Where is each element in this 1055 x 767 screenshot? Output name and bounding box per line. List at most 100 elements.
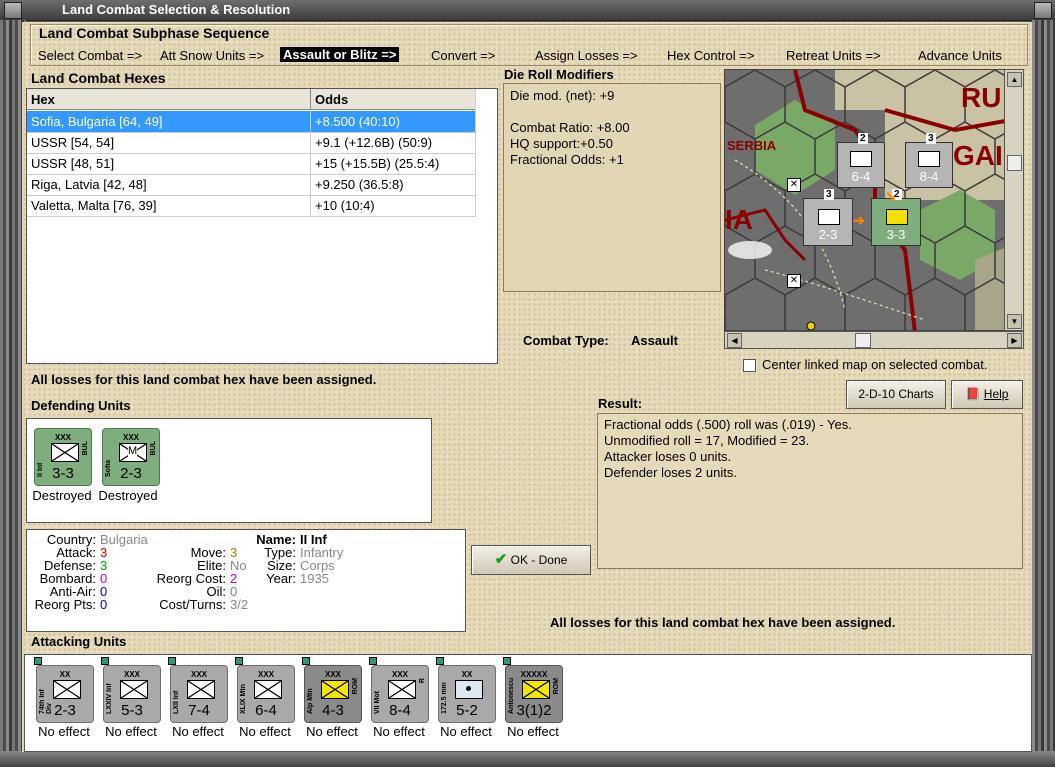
result-title: Result: [598, 396, 643, 411]
scroll-left-icon[interactable]: ◀ [727, 333, 742, 348]
hex-cell: USSR [54, 54] [31, 135, 115, 150]
attacking-title: Attacking Units [31, 634, 127, 649]
hex-list-header: Hex Odds [27, 89, 475, 110]
help-button[interactable]: 📕 Help [951, 380, 1023, 409]
map-label-ia: IA [725, 204, 753, 235]
unit-status-dot-icon [235, 657, 243, 665]
defending-unit-counter[interactable]: XXX II Inf BUL 3-3 [34, 428, 92, 486]
attacking-unit-counter[interactable]: XXX XLIX Mtn 6-4 [237, 665, 295, 723]
step-att-snow-units: Att Snow Units => [160, 48, 265, 63]
attacking-unit-status: No effect [239, 724, 291, 739]
combat-type-value: Assault [631, 333, 678, 348]
attacking-unit-status: No effect [105, 724, 157, 739]
hex-cell: Sofia, Bulgaria [64, 49] [31, 114, 163, 129]
reorg-pts-label: Reorg Pts: [34, 597, 96, 612]
map-counter-selected[interactable]: 2 3-3 [871, 189, 921, 246]
attacking-unit-counter[interactable]: XXX LXII Inf 7-4 [170, 665, 228, 723]
scroll-thumb[interactable] [1007, 155, 1022, 171]
attacking-unit-counter[interactable]: XX 172.5 mm 5-2 [438, 665, 496, 723]
attacking-unit-status: No effect [373, 724, 425, 739]
ok-done-button[interactable]: ✔ OK - Done [471, 545, 591, 575]
attack-arrow-icon: ➔ [853, 212, 865, 228]
column-header-odds[interactable]: Odds [315, 92, 348, 107]
map-horizontal-scrollbar[interactable]: ◀ ▶ [724, 331, 1024, 349]
hex-row-ussr-54-54[interactable]: USSR [54, 54] +9.1 (+12.6B) (50:9) [27, 132, 475, 154]
year-value: 1935 [300, 571, 329, 586]
fort-icon: ✕ [787, 178, 801, 192]
ok-done-label: OK - Done [510, 553, 568, 567]
hexes-title: Land Combat Hexes [31, 70, 166, 86]
unit-symbol-icon [120, 680, 148, 699]
title-bar[interactable]: Land Combat Selection & Resolution [0, 0, 1055, 21]
hex-cell: Valetta, Malta [76, 39] [31, 198, 157, 213]
result-line: Defender loses 2 units. [604, 465, 737, 480]
map-counter[interactable]: 3 2-3 [803, 189, 853, 246]
combat-type-label: Combat Type: [523, 333, 609, 348]
unit-status-dot-icon [436, 657, 444, 665]
step-assign-losses: Assign Losses => [535, 48, 638, 63]
attacking-unit-counter[interactable]: XXXXX Antonescu ROM 3(1)2 [505, 665, 563, 723]
scroll-down-icon[interactable]: ▼ [1007, 314, 1022, 329]
unit-status-dot-icon [369, 657, 377, 665]
attacking-unit-counter[interactable]: XXX Alp Mtn ROM 4-3 [304, 665, 362, 723]
result-line: Unmodified roll = 17, Modified = 23. [604, 433, 810, 448]
step-convert: Convert => [431, 48, 496, 63]
attacking-unit-status: No effect [440, 724, 492, 739]
charts-button[interactable]: 2-D-10 Charts [846, 380, 946, 409]
mini-map[interactable]: RU GAI SERBIA IA 2 6-4 3 8-4 3 2-3 2 3-3… [724, 69, 1024, 331]
maximize-button[interactable] [1034, 2, 1052, 19]
result-line: Attacker loses 0 units. [604, 449, 732, 464]
scroll-right-icon[interactable]: ▶ [1007, 333, 1022, 348]
odds-cell: +8.500 (40:10) [315, 114, 400, 129]
map-counter[interactable]: 2 6-4 [837, 133, 885, 188]
center-linked-label[interactable]: Center linked map on selected combat. [762, 357, 987, 372]
defending-title: Defending Units [31, 398, 131, 413]
drm-panel: Die mod. (net): +9 Combat Ratio: +8.00 H… [503, 83, 721, 292]
step-select-combat: Select Combat => [38, 48, 143, 63]
hex-row-ussr-48-51[interactable]: USSR [48, 51] +15 (+15.5B) (25.5:4) [27, 153, 475, 175]
defending-unit-counter[interactable]: XXX Sofia BUL M 2-3 [102, 428, 160, 486]
drm-combat-ratio: Combat Ratio: +8.00 [510, 120, 630, 135]
attacking-unit-status: No effect [38, 724, 90, 739]
drm-title: Die Roll Modifiers [504, 67, 614, 82]
losses-message-bottom: All losses for this land combat hex have… [550, 615, 896, 630]
hex-row-sofia[interactable]: Sofia, Bulgaria [64, 49] +8.500 (40:10) [27, 111, 475, 133]
result-line: Fractional odds (.500) roll was (.019) -… [604, 417, 852, 432]
attacking-unit-counter[interactable]: XX 74th Inf Div 2-3 [36, 665, 94, 723]
attacking-unit-counter[interactable]: XXX VII Mot R 8-4 [371, 665, 429, 723]
attacking-unit-counter[interactable]: XXX LXXIV Inf 5-3 [103, 665, 161, 723]
cost-turns-label: Cost/Turns: [159, 597, 226, 612]
odds-cell: +9.1 (+12.6B) (50:9) [315, 135, 433, 150]
scroll-thumb[interactable] [855, 333, 871, 348]
defending-unit-status: Destroyed [32, 488, 92, 503]
hex-cell: USSR [48, 51] [31, 156, 115, 171]
map-counter[interactable]: 3 8-4 [905, 133, 953, 188]
system-menu-button[interactable] [4, 2, 22, 19]
step-advance-units: Advance Units [918, 48, 1002, 63]
center-linked-checkbox[interactable] [743, 359, 756, 372]
column-header-hex[interactable]: Hex [31, 92, 55, 107]
unit-symbol-icon [254, 680, 282, 699]
map-label-bulgaria: GAI [953, 140, 1003, 171]
result-panel: Fractional odds (.500) roll was (.019) -… [597, 413, 1023, 569]
scroll-up-icon[interactable]: ▲ [1007, 72, 1022, 87]
odds-cell: +10 (10:4) [315, 198, 375, 213]
year-label: Year: [266, 571, 296, 586]
unit-status-dot-icon [34, 657, 42, 665]
unit-status-dot-icon [302, 657, 310, 665]
unit-symbol-icon [53, 680, 81, 699]
map-label-russia: RU [961, 82, 1002, 113]
hex-row-valetta[interactable]: Valetta, Malta [76, 39] +10 (10:4) [27, 195, 475, 217]
map-label-serbia: SERBIA [727, 138, 777, 153]
drm-net: Die mod. (net): +9 [510, 88, 615, 103]
attack-arrow-icon: ➘ [885, 188, 897, 204]
step-assault-or-blitz: Assault or Blitz => [280, 47, 400, 62]
combat-hex-list[interactable]: Hex Odds Sofia, Bulgaria [64, 49] +8.500… [26, 88, 498, 364]
hex-cell: Riga, Latvia [42, 48] [31, 177, 147, 192]
attacking-unit-status: No effect [306, 724, 358, 739]
reorg-pts-value: 0 [100, 597, 108, 612]
drm-fractional-odds: Fractional Odds: +1 [510, 152, 624, 167]
hex-row-riga[interactable]: Riga, Latvia [42, 48] +9.250 (36.5:8) [27, 174, 475, 196]
map-vertical-scrollbar[interactable]: ▲ ▼ [1004, 69, 1024, 331]
odds-cell: +9.250 (36.5:8) [315, 177, 404, 192]
